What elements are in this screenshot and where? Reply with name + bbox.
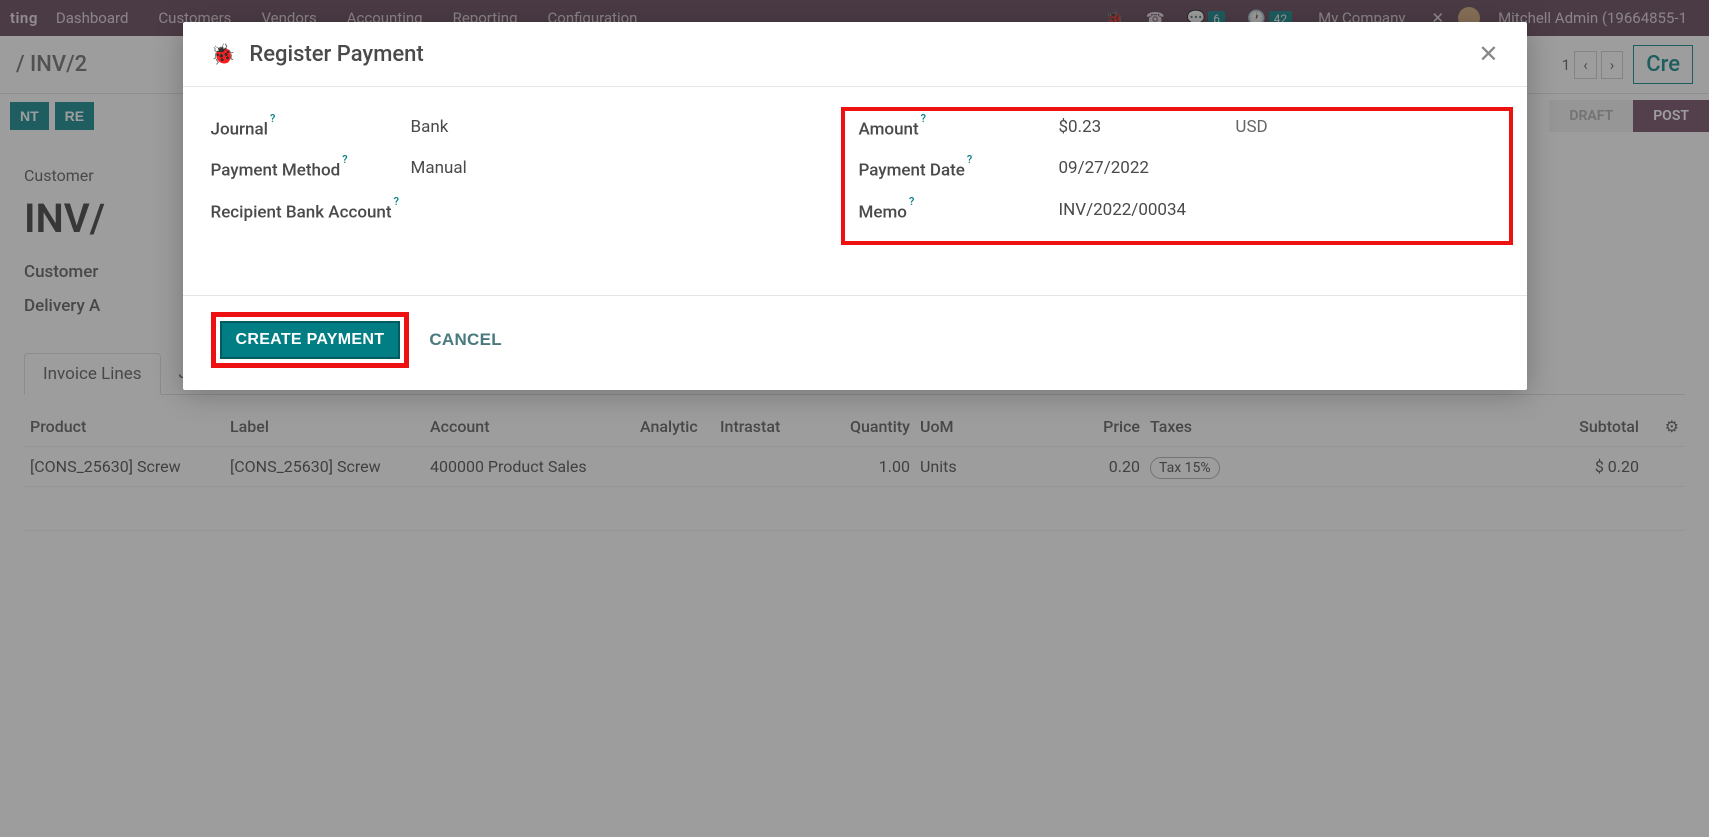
journal-field-value[interactable]: Bank bbox=[411, 117, 855, 137]
amount-label: Amount? bbox=[859, 117, 1059, 142]
amount-value[interactable]: $0.23 USD bbox=[1059, 117, 1499, 137]
create-payment-button[interactable]: CREATE PAYMENT bbox=[220, 321, 401, 359]
modal-title: Register Payment bbox=[249, 42, 423, 67]
cancel-button[interactable]: CANCEL bbox=[429, 330, 502, 350]
modal-body: Journal? Bank Payment Method? Manual Rec… bbox=[183, 87, 1527, 295]
payment-date-label: Payment Date? bbox=[859, 158, 1059, 183]
recipient-bank-label: Recipient Bank Account? bbox=[211, 200, 411, 225]
register-payment-modal: 🐞 Register Payment ✕ Journal? Bank Payme… bbox=[183, 22, 1527, 390]
memo-label: Memo? bbox=[859, 200, 1059, 225]
create-payment-highlight: CREATE PAYMENT bbox=[211, 312, 410, 368]
highlight-box: Amount? $0.23 USD Payment Date? 09/27/20… bbox=[841, 107, 1513, 245]
modal-footer: CREATE PAYMENT CANCEL bbox=[183, 295, 1527, 390]
bug-icon[interactable]: 🐞 bbox=[211, 42, 236, 66]
journal-field-label: Journal? bbox=[211, 117, 411, 142]
modal-header: 🐞 Register Payment ✕ bbox=[183, 22, 1527, 87]
payment-method-label: Payment Method? bbox=[211, 158, 411, 183]
modal-overlay: 🐞 Register Payment ✕ Journal? Bank Payme… bbox=[0, 0, 1709, 837]
memo-value[interactable]: INV/2022/00034 bbox=[1059, 200, 1499, 220]
payment-date-value[interactable]: 09/27/2022 bbox=[1059, 158, 1499, 178]
close-icon[interactable]: ✕ bbox=[1478, 40, 1498, 68]
amount-currency: USD bbox=[1235, 117, 1267, 137]
payment-method-value[interactable]: Manual bbox=[411, 158, 855, 178]
